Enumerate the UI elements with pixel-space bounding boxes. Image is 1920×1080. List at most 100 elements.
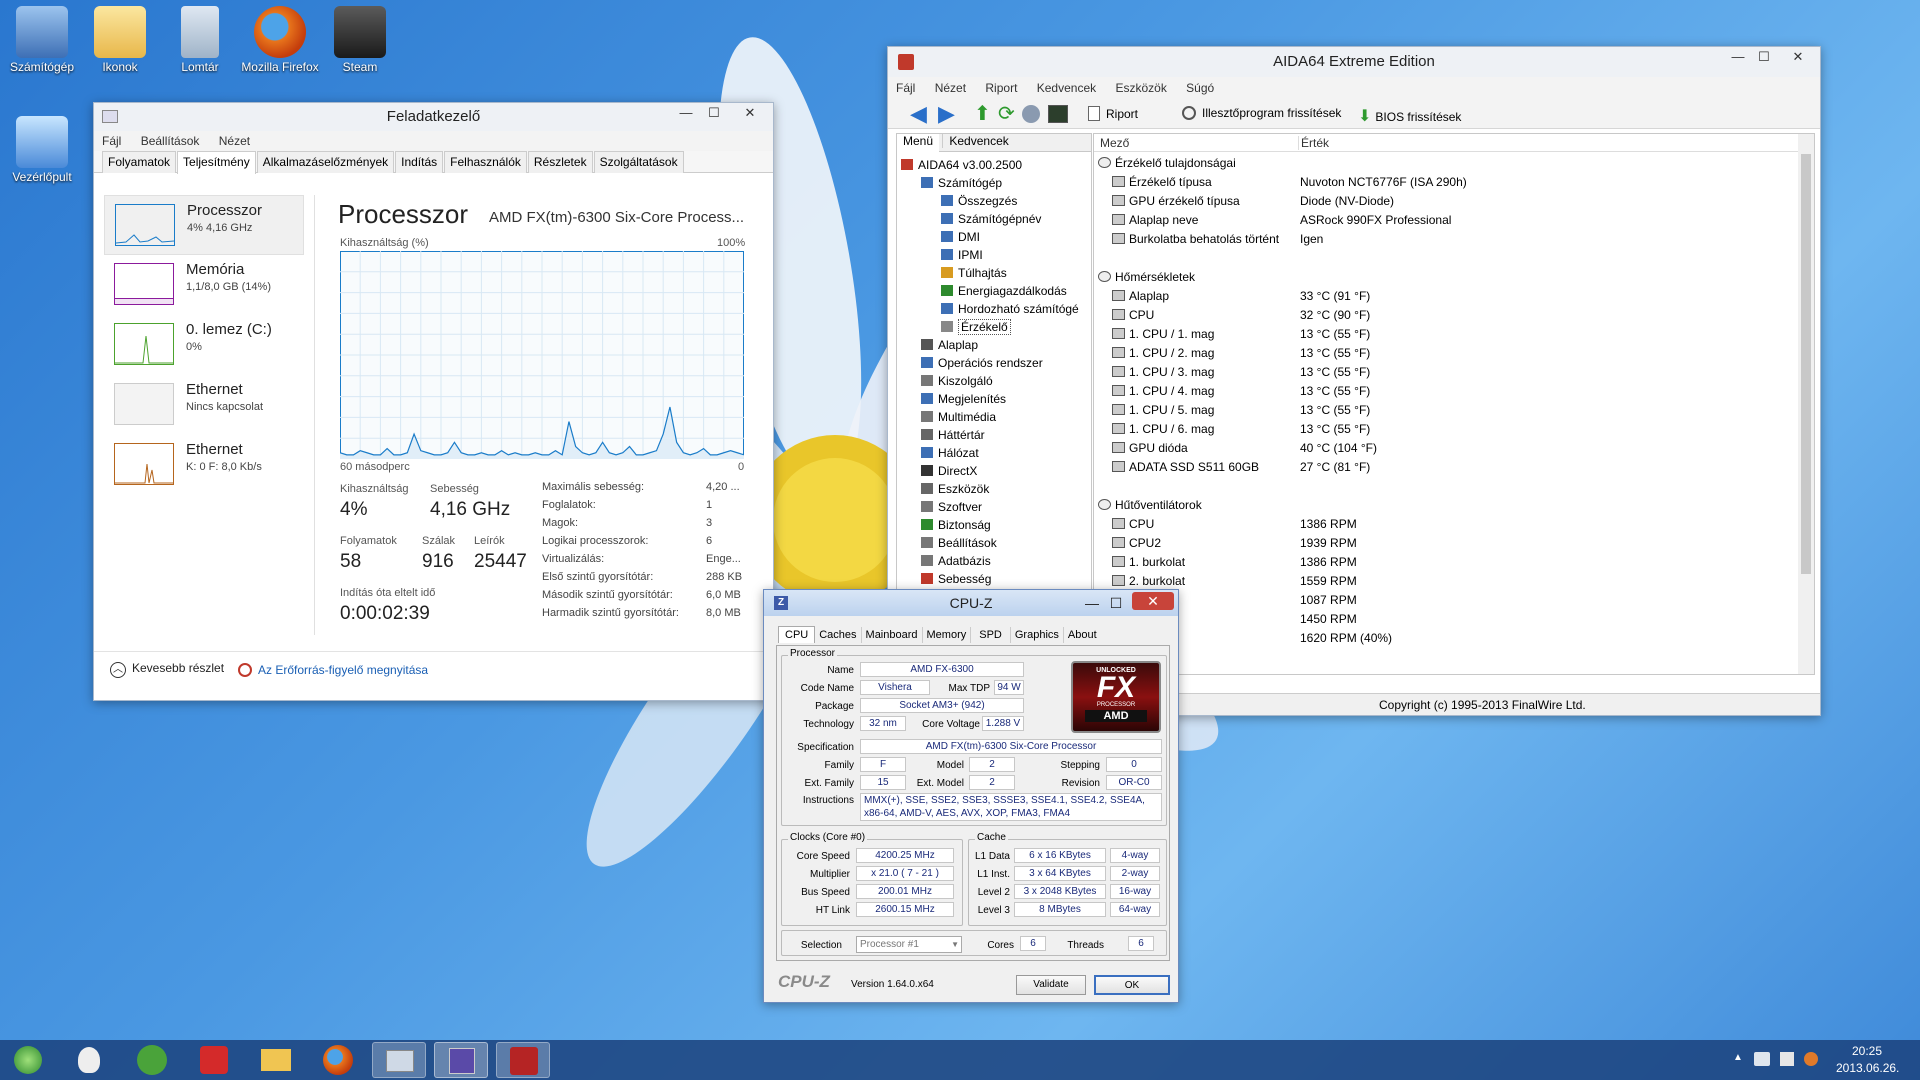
menu-favorites[interactable]: Kedvencek [1037, 81, 1096, 95]
tab-details[interactable]: Részletek [527, 151, 593, 173]
driver-updates-button[interactable]: Illesztőprogram frissítések [1182, 106, 1341, 120]
close-button[interactable]: ✕ [1132, 592, 1174, 610]
ok-button[interactable]: OK [1094, 975, 1170, 995]
resource-memory[interactable]: Memória 1,1/8,0 GB (14%) [104, 255, 304, 315]
resource-ethernet-2[interactable]: Ethernet K: 0 F: 8,0 Kb/s [104, 435, 304, 495]
tab-services[interactable]: Szolgáltatások [593, 151, 684, 173]
tree-item[interactable]: Operációs rendszer [921, 354, 1043, 372]
tree-item[interactable]: Sebesség [921, 570, 991, 588]
desktop-icon-computer[interactable]: Számítógép [0, 6, 84, 74]
taskbar-app-utorrent[interactable] [124, 1042, 178, 1078]
tree-item[interactable]: IPMI [941, 246, 983, 264]
volume-icon[interactable] [1804, 1052, 1818, 1066]
field-cell[interactable]: GPU dióda [1112, 439, 1188, 458]
vertical-scrollbar[interactable] [1798, 134, 1814, 674]
field-cell[interactable]: 1. CPU / 6. mag [1112, 420, 1214, 439]
desktop-icon-control-panel[interactable]: Vezérlőpult [0, 116, 84, 184]
tree-item[interactable]: Számítógép [921, 174, 1002, 192]
forward-icon[interactable]: ▶ [938, 103, 955, 125]
tree-item[interactable]: Hordozható számítógé [941, 300, 1079, 318]
menu-tools[interactable]: Eszközök [1115, 81, 1166, 95]
field-cell[interactable]: CPU [1112, 515, 1154, 534]
tab-graphics[interactable]: Graphics [1011, 627, 1064, 643]
tab-menu[interactable]: Menü [897, 134, 940, 152]
field-cell[interactable]: Burkolatba behatolás történt [1112, 230, 1279, 249]
section-header[interactable]: Érzékelő tulajdonságai [1098, 154, 1236, 173]
tree-item[interactable]: Szoftver [921, 498, 982, 516]
resource-ethernet-1[interactable]: Ethernet Nincs kapcsolat [104, 375, 304, 435]
clock-time[interactable]: 20:25 [1852, 1044, 1882, 1058]
field-cell[interactable]: Alaplap neve [1112, 211, 1198, 230]
desktop-icon-steam[interactable]: Steam [318, 6, 402, 74]
taskbar-app-alien[interactable] [62, 1042, 116, 1078]
resource-monitor-link[interactable]: Az Erőforrás-figyelő megnyitása [238, 663, 428, 677]
tab-startup[interactable]: Indítás [395, 151, 444, 173]
tab-mainboard[interactable]: Mainboard [862, 627, 923, 643]
tab-processes[interactable]: Folyamatok [102, 151, 177, 173]
desktop-icon-icons[interactable]: Ikonok [78, 6, 162, 74]
column-field[interactable]: Mező [1100, 136, 1129, 150]
close-button[interactable]: ✕ [1778, 47, 1818, 69]
column-value[interactable]: Érték [1298, 136, 1798, 150]
taskbar-app-flash[interactable] [186, 1042, 240, 1078]
maximize-button[interactable]: ☐ [1106, 590, 1126, 616]
minimize-button[interactable]: — [674, 103, 698, 125]
menu-file[interactable]: Fájl [102, 134, 121, 148]
user-icon[interactable] [1022, 105, 1040, 123]
maximize-button[interactable]: ☐ [702, 103, 726, 125]
field-cell[interactable]: 1. CPU / 3. mag [1112, 363, 1214, 382]
desktop-icon-firefox[interactable]: Mozilla Firefox [238, 6, 322, 74]
tree-item[interactable]: Túlhajtás [941, 264, 1007, 282]
fewer-details-button[interactable]: ︿ Kevesebb részlet [110, 661, 224, 678]
tree-item[interactable]: Beállítások [921, 534, 997, 552]
tree-item[interactable]: DMI [941, 228, 980, 246]
tab-about[interactable]: About [1064, 627, 1101, 643]
minimize-button[interactable]: — [1082, 590, 1102, 616]
report-button[interactable]: Riport [1088, 106, 1138, 121]
field-cell[interactable]: 1. CPU / 5. mag [1112, 401, 1214, 420]
tab-caches[interactable]: Caches [815, 627, 862, 643]
field-cell[interactable]: Érzékelő típusa [1112, 173, 1212, 192]
menu-view[interactable]: Nézet [935, 81, 966, 95]
start-button[interactable] [4, 1042, 50, 1078]
close-button[interactable]: ✕ [730, 103, 770, 125]
field-cell[interactable]: GPU érzékelő típusa [1112, 192, 1240, 211]
field-cell[interactable]: Alaplap [1112, 287, 1169, 306]
tab-cpu[interactable]: CPU [778, 626, 816, 643]
tree-item[interactable]: Eszközök [921, 480, 989, 498]
tree-item[interactable]: Háttértár [921, 426, 985, 444]
field-cell[interactable]: CPU [1112, 306, 1154, 325]
menu-report[interactable]: Riport [985, 81, 1017, 95]
tab-users[interactable]: Felhasználók [444, 151, 527, 173]
tree-item[interactable]: AIDA64 v3.00.2500 [901, 156, 1022, 174]
section-header[interactable]: Hőmérsékletek [1098, 268, 1195, 287]
tree-item[interactable]: Alaplap [921, 336, 978, 354]
network-icon[interactable] [1754, 1052, 1770, 1066]
section-header[interactable]: Hűtőventilátorok [1098, 496, 1202, 515]
tree-item[interactable]: Biztonság [921, 516, 991, 534]
processor-select[interactable]: Processor #1 ▼ [856, 936, 962, 953]
field-cell[interactable]: 1. CPU / 2. mag [1112, 344, 1214, 363]
tree-item[interactable]: Multimédia [921, 408, 996, 426]
field-cell[interactable]: 1. CPU / 1. mag [1112, 325, 1214, 344]
tab-app-history[interactable]: Alkalmazáselőzmények [256, 151, 395, 173]
up-icon[interactable]: ⬆ [974, 103, 991, 125]
taskbar-app-cpuz[interactable] [434, 1042, 488, 1078]
maximize-button[interactable]: ☐ [1752, 47, 1776, 69]
field-cell[interactable]: 1. CPU / 4. mag [1112, 382, 1214, 401]
back-icon[interactable]: ◀ [910, 103, 927, 125]
tree-item[interactable]: Adatbázis [921, 552, 991, 570]
resource-disk[interactable]: 0. lemez (C:) 0% [104, 315, 304, 375]
tree-item[interactable]: Megjelenítés [921, 390, 1006, 408]
desktop-icon-recycle-bin[interactable]: Lomtár [158, 6, 242, 74]
field-cell[interactable]: CPU2 [1112, 534, 1161, 553]
menu-help[interactable]: Súgó [1186, 81, 1214, 95]
tree-item[interactable]: Energiagazdálkodás [941, 282, 1067, 300]
menu-view[interactable]: Nézet [219, 134, 250, 148]
taskbar-app-explorer[interactable] [248, 1042, 302, 1078]
tree-item[interactable]: DirectX [921, 462, 977, 480]
tree-item[interactable]: Számítógépnév [941, 210, 1041, 228]
clock-date[interactable]: 2013.06.26. [1836, 1061, 1899, 1075]
taskbar-app-firefox[interactable] [310, 1042, 364, 1078]
taskbar-app-aida64[interactable] [496, 1042, 550, 1078]
